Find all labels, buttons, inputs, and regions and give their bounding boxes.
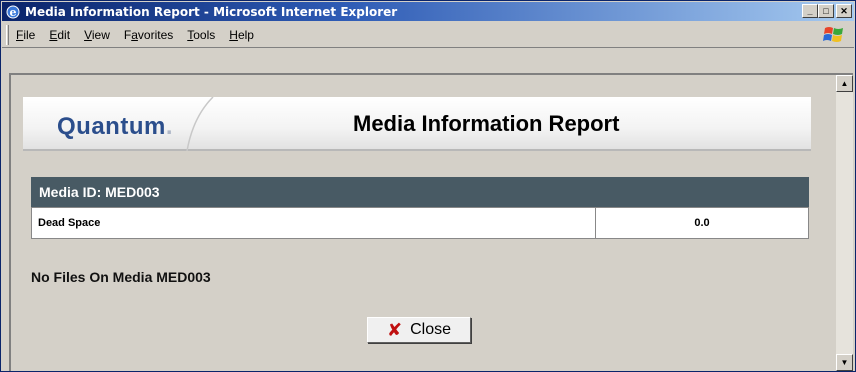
menu-help[interactable]: Help (222, 28, 261, 42)
no-files-message: No Files On Media MED003 (31, 269, 211, 285)
svg-text:e: e (10, 6, 17, 19)
minimize-button[interactable]: _ (802, 4, 818, 18)
windows-logo-icon (822, 24, 846, 46)
table-row: Dead Space 0.0 (31, 207, 809, 239)
close-window-button[interactable]: ✕ (836, 4, 852, 18)
quantum-logo: Quantum. (57, 113, 173, 140)
menu-file[interactable]: File (9, 28, 42, 42)
browser-window: e Media Information Report - Microsoft I… (0, 0, 856, 372)
page-title: Media Information Report (353, 111, 620, 136)
ie-icon: e (5, 4, 21, 20)
menu-edit[interactable]: Edit (42, 28, 77, 42)
banner-divider (186, 97, 214, 151)
dead-space-value: 0.0 (694, 217, 710, 229)
dead-space-label: Dead Space (32, 208, 596, 238)
window-controls: _ □ ✕ (802, 4, 852, 18)
window-title: Media Information Report - Microsoft Int… (25, 4, 398, 19)
media-id-header: Media ID: MED003 (31, 177, 809, 207)
menu-tools[interactable]: Tools (180, 28, 222, 42)
scroll-down-button[interactable]: ▼ (836, 354, 853, 371)
menu-bar: File Edit View Favorites Tools Help (2, 22, 854, 48)
maximize-button[interactable]: □ (818, 4, 834, 18)
menu-favorites[interactable]: Favorites (117, 28, 180, 42)
menu-view[interactable]: View (77, 28, 117, 42)
report-header-banner: Quantum. Media Information Report (23, 97, 811, 151)
close-button-label: Close (410, 321, 451, 338)
scroll-up-button[interactable]: ▲ (836, 75, 853, 92)
close-button[interactable]: ✘ Close (367, 317, 471, 343)
scroll-track[interactable] (836, 92, 853, 354)
close-x-icon: ✘ (387, 319, 403, 341)
title-bar[interactable]: e Media Information Report - Microsoft I… (2, 2, 854, 21)
vertical-scrollbar[interactable]: ▲ ▼ (836, 75, 853, 371)
